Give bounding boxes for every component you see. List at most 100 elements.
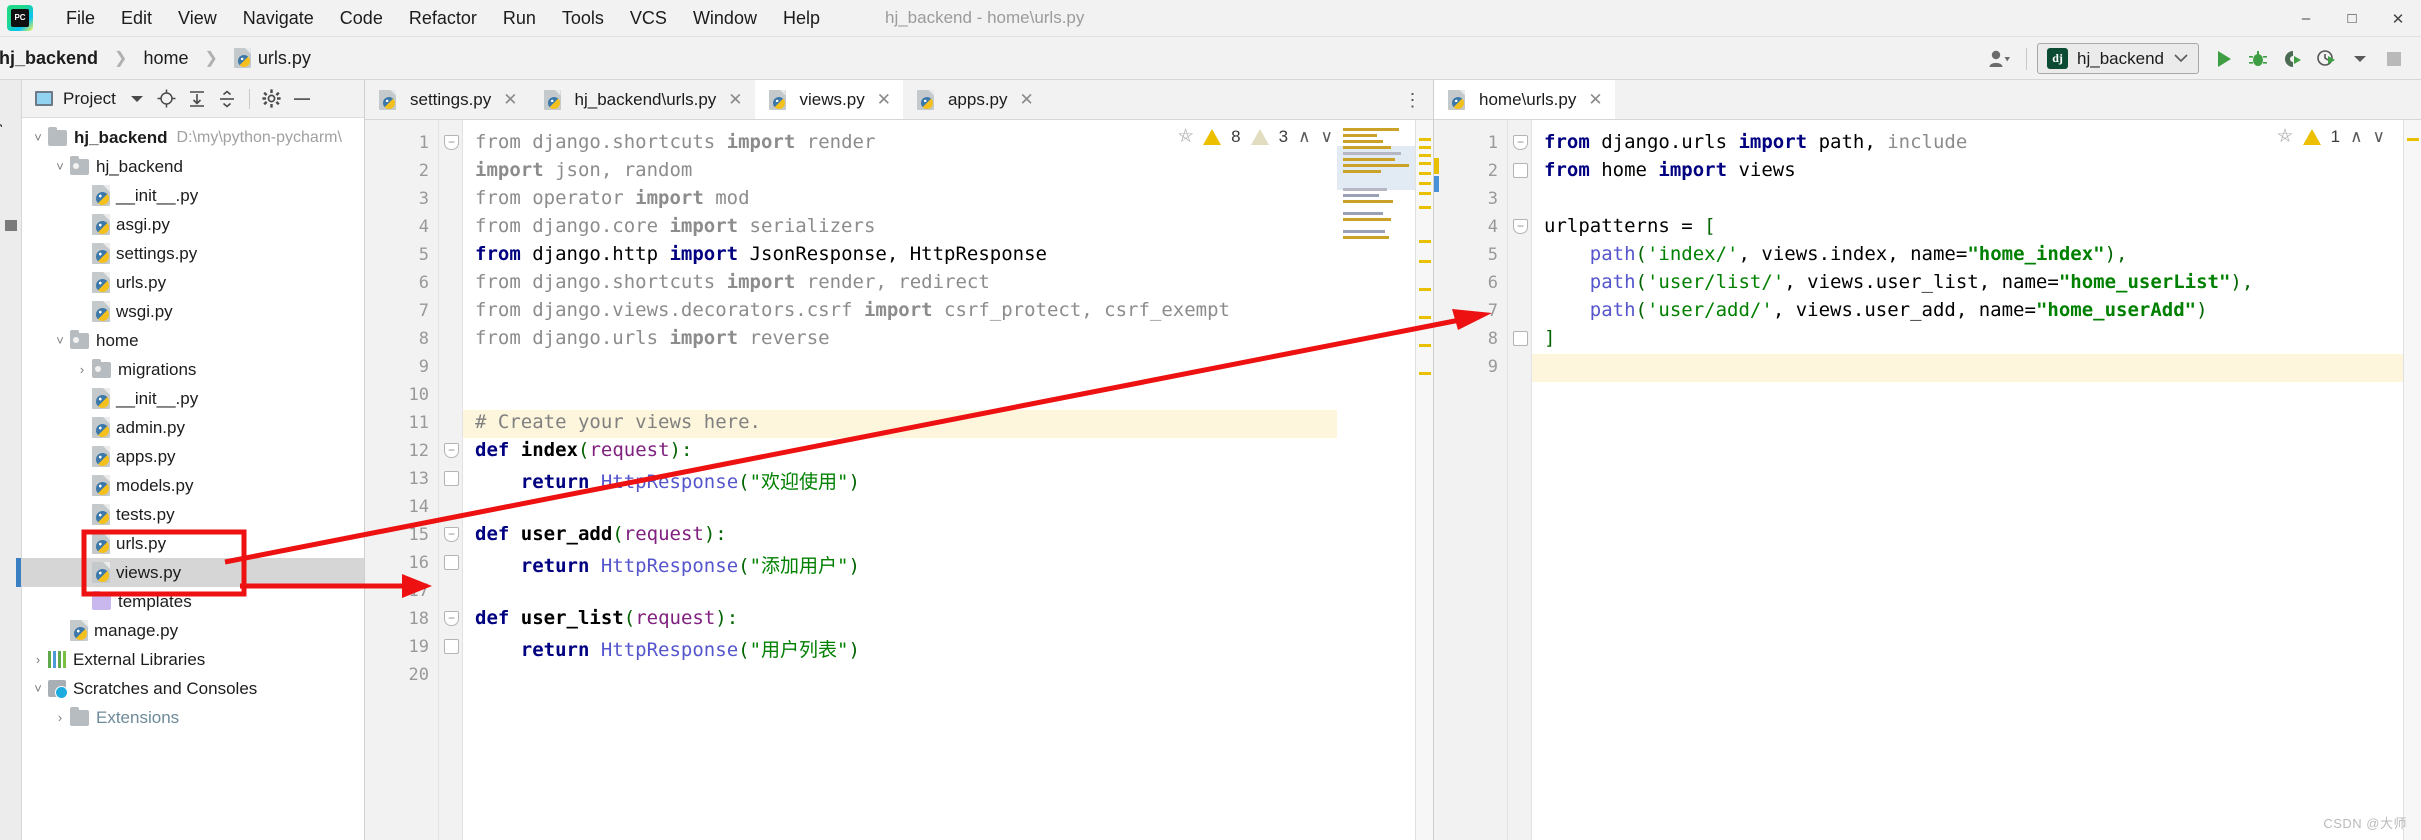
error-stripe-mark[interactable] <box>1419 288 1431 291</box>
stop-icon[interactable] <box>2377 43 2411 75</box>
menu-edit[interactable]: Edit <box>108 4 165 33</box>
chevron-down-icon[interactable] <box>124 86 150 112</box>
tree-node-external-libraries[interactable]: › External Libraries <box>22 645 364 674</box>
menu-refactor[interactable]: Refactor <box>396 4 490 33</box>
menu-view[interactable]: View <box>165 4 230 33</box>
tree-node-extensions[interactable]: › Extensions <box>22 703 364 732</box>
tree-node-views-py[interactable]: views.py <box>16 558 364 587</box>
tab-apps-py[interactable]: apps.py ✕ <box>903 80 1046 119</box>
code-line[interactable]: from django.core import serializers <box>475 215 875 237</box>
code-line[interactable]: from django.http import JsonResponse, Ht… <box>475 243 1047 265</box>
tree-node-templates[interactable]: templates <box>22 587 364 616</box>
chevron-down-icon[interactable]: ˅ <box>50 331 70 351</box>
more-options-icon[interactable]: ⋮ <box>1399 80 1427 120</box>
code-line[interactable]: return HttpResponse("添加用户") <box>475 551 860 578</box>
error-stripe-mark[interactable] <box>1419 146 1431 149</box>
chevron-right-icon[interactable]: › <box>50 708 70 728</box>
tree-node-urls-py[interactable]: urls.py <box>22 529 364 558</box>
fold-marker[interactable] <box>1513 163 1528 178</box>
user-icon[interactable] <box>1982 43 2016 75</box>
code-minimap[interactable] <box>1337 120 1415 840</box>
menu-window[interactable]: Window <box>680 4 770 33</box>
close-icon[interactable]: ✕ <box>877 90 891 110</box>
tree-node-tests-py[interactable]: tests.py <box>22 500 364 529</box>
tree-node-migrations[interactable]: › migrations <box>22 355 364 384</box>
inspection-eye-off-icon[interactable]: ⛤ <box>1178 126 1193 148</box>
tree-node-hj-backend[interactable]: ˅ hj_backend <box>22 152 364 181</box>
chevron-down-icon[interactable]: ˅ <box>28 679 48 699</box>
editor-left-code-area[interactable]: from django.shortcuts import render impor… <box>365 120 1433 840</box>
code-line[interactable]: urlpatterns = [ <box>1544 215 1716 237</box>
menu-navigate[interactable]: Navigate <box>230 4 327 33</box>
code-line[interactable]: # Create your views here. <box>475 411 761 433</box>
breadcrumb-item-file[interactable]: urls.py <box>229 46 316 71</box>
code-line[interactable]: def user_list(request): <box>475 607 738 629</box>
error-stripe-mark[interactable] <box>1419 154 1431 157</box>
menu-help[interactable]: Help <box>770 4 833 33</box>
fold-marker[interactable] <box>444 471 459 486</box>
close-icon[interactable]: ✕ <box>1588 90 1602 110</box>
minimize-button[interactable]: – <box>2283 0 2329 37</box>
code-line[interactable]: ] <box>1544 327 1555 349</box>
code-line[interactable]: path('user/list/', views.user_list, name… <box>1544 271 2254 293</box>
fold-markers[interactable]: − − <box>1434 120 1532 840</box>
maximize-button[interactable]: □ <box>2329 0 2375 37</box>
code-line[interactable]: from django.shortcuts import render, red… <box>475 271 990 293</box>
close-icon[interactable]: ✕ <box>1020 90 1034 110</box>
chevron-down-icon[interactable]: ˅ <box>28 128 48 148</box>
run-with-coverage-icon[interactable] <box>2275 43 2309 75</box>
error-stripe-scrollbar[interactable] <box>2403 120 2421 840</box>
tab-views-py[interactable]: views.py ✕ <box>754 80 903 119</box>
code-line[interactable]: return HttpResponse("欢迎使用") <box>475 467 860 494</box>
tree-node-hj-backend[interactable]: ˅ hj_backend D:\my\python-pycharm\ <box>22 123 364 152</box>
profile-icon[interactable] <box>2309 43 2343 75</box>
code-line[interactable]: from operator import mod <box>475 187 750 209</box>
menu-vcs[interactable]: VCS <box>617 4 680 33</box>
code-line[interactable]: path('index/', views.index, name="home_i… <box>1544 243 2128 265</box>
error-stripe-mark[interactable] <box>1419 344 1431 347</box>
editor-right-code-area[interactable]: from django.urls import path, include fro… <box>1434 120 2421 840</box>
code-line[interactable]: from django.urls import path, include <box>1544 131 1967 153</box>
error-stripe-mark[interactable] <box>1419 172 1431 175</box>
fold-marker[interactable]: − <box>1513 135 1528 150</box>
fold-marker[interactable] <box>444 555 459 570</box>
tree-node-apps-py[interactable]: apps.py <box>22 442 364 471</box>
error-stripe-mark[interactable] <box>1419 192 1431 195</box>
code-line[interactable]: def index(request): <box>475 439 692 461</box>
chevron-right-icon[interactable]: › <box>28 650 48 670</box>
tree-node-manage-py[interactable]: manage.py <box>22 616 364 645</box>
menu-tools[interactable]: Tools <box>549 4 617 33</box>
debug-icon[interactable] <box>2241 43 2275 75</box>
fold-marker[interactable]: − <box>1513 219 1528 234</box>
close-icon[interactable]: ✕ <box>503 90 517 110</box>
breadcrumb-item-project[interactable]: hj_backend <box>0 46 103 71</box>
tree-node-settings-py[interactable]: settings.py <box>22 239 364 268</box>
error-stripe-mark[interactable] <box>1419 138 1431 141</box>
code-line[interactable]: def user_add(request): <box>475 523 727 545</box>
code-text[interactable]: from django.shortcuts import render impor… <box>463 120 1433 840</box>
menu-code[interactable]: Code <box>327 4 396 33</box>
tree-node--init-py[interactable]: __init__.py <box>22 384 364 413</box>
run-options-chevron-icon[interactable] <box>2343 43 2377 75</box>
next-problem-icon[interactable]: ∨ <box>2373 127 2385 147</box>
inspection-widget[interactable]: ⛤ 8 3 ∧ ∨ <box>1178 126 1333 148</box>
menu-run[interactable]: Run <box>490 4 549 33</box>
inspection-widget[interactable]: ⛤ 1 ∧ ∨ <box>2277 126 2385 148</box>
fold-marker[interactable] <box>1513 331 1528 346</box>
close-icon[interactable]: ✕ <box>728 90 742 110</box>
structure-tool-marker[interactable] <box>5 220 17 231</box>
tree-node-asgi-py[interactable]: asgi.py <box>22 210 364 239</box>
error-stripe-scrollbar[interactable] <box>1415 120 1433 840</box>
next-problem-icon[interactable]: ∨ <box>1321 127 1333 147</box>
close-button[interactable]: ✕ <box>2375 0 2421 37</box>
code-line[interactable]: import json, random <box>475 159 692 181</box>
error-stripe-mark[interactable] <box>1419 240 1431 243</box>
error-stripe-mark[interactable] <box>2407 138 2419 141</box>
error-stripe-mark[interactable] <box>1419 316 1431 319</box>
chevron-down-icon[interactable]: ˅ <box>50 157 70 177</box>
tree-node-admin-py[interactable]: admin.py <box>22 413 364 442</box>
chevron-right-icon[interactable]: › <box>72 360 92 380</box>
previous-problem-icon[interactable]: ∧ <box>2350 127 2362 147</box>
change-marker[interactable] <box>1434 158 1439 174</box>
code-line[interactable]: from django.urls import reverse <box>475 327 830 349</box>
